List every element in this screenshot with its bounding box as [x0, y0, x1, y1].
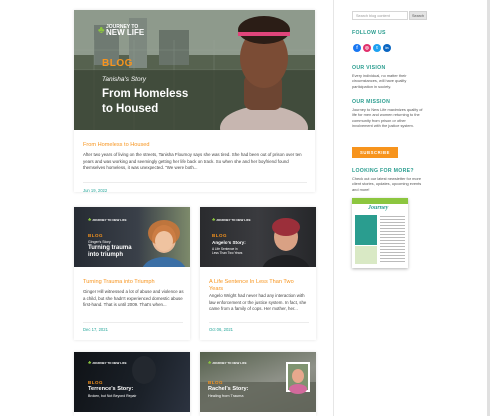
post-excerpt: Ginger Hill witnessed a lot of abuse and…: [83, 289, 184, 308]
post-date: Jun 19, 2022: [83, 188, 108, 193]
blog-label: BLOG: [102, 58, 133, 69]
newsletter-title: Journey: [368, 205, 389, 211]
story-name: Ginger's Story: [88, 240, 111, 244]
post-excerpt: Angelo Wright had never had any interact…: [209, 293, 307, 312]
tree-logo-icon: ♣: [208, 360, 212, 366]
journey-logo: ♣ JOURNEY TO NEW LIFE: [98, 24, 144, 37]
facebook-icon[interactable]: f: [353, 44, 361, 52]
thumb-headline-line2: Less Than Two Years: [212, 251, 243, 255]
newsletter-photo: [355, 215, 377, 245]
search-input[interactable]: Search blog content: [352, 11, 408, 20]
card-divider: [83, 182, 307, 183]
post-title-link[interactable]: Turning Trauma into Triumph: [83, 279, 183, 286]
post-thumbnail[interactable]: ♣ JOURNEY TO NEW LIFE BLOG Angelo's Stor…: [200, 207, 316, 267]
thumb-headline-line1: Healing from Trauma: [208, 394, 244, 398]
blog-label: BLOG: [208, 380, 223, 385]
post-card[interactable]: ♣ JOURNEY TO NEW LIFE BLOG Terrence's St…: [74, 352, 190, 416]
blog-label: BLOG: [88, 233, 103, 238]
newsletter-header-bar: [352, 198, 408, 204]
blog-label: BLOG: [88, 380, 103, 385]
featured-post-image[interactable]: ♣ JOURNEY TO NEW LIFE BLOG Tanisha's Sto…: [74, 10, 315, 130]
post-card[interactable]: ♣ JOURNEY TO NEW LIFE BLOG Rachel's Stor…: [200, 352, 316, 416]
story-name: Terrence's Story:: [88, 386, 134, 392]
search-button-label: Search: [412, 13, 425, 18]
featured-post-card[interactable]: ♣ JOURNEY TO NEW LIFE BLOG Tanisha's Sto…: [74, 10, 315, 193]
hero-headline-line1: From Homeless: [102, 88, 189, 100]
tree-logo-icon: ♣: [88, 360, 92, 366]
story-name: Rachel's Story:: [208, 386, 249, 392]
logo-text-2: NEW LIFE: [105, 28, 145, 37]
instagram-icon[interactable]: ◎: [363, 44, 371, 52]
twitter-icon[interactable]: t: [373, 44, 381, 52]
tree-logo-icon: ♣: [98, 25, 105, 36]
journey-logo: ♣ JOURNEY TO NEW LIFE: [88, 217, 127, 223]
post-date: Dec 17, 2021: [83, 327, 108, 332]
subscribe-button[interactable]: SUBSCRIBE: [352, 147, 398, 158]
thumb-headline-line1: Turning trauma: [88, 245, 132, 251]
thumb-headline-line2: into triumph: [88, 252, 123, 258]
post-title-link[interactable]: From Homeless to Housed: [83, 142, 150, 149]
tree-logo-icon: ♣: [212, 217, 216, 223]
search-placeholder: Search blog content: [356, 13, 390, 18]
post-card[interactable]: ♣ JOURNEY TO NEW LIFE BLOG Ginger's Stor…: [74, 207, 190, 340]
blog-label: BLOG: [212, 233, 227, 238]
mission-heading: OUR MISSION: [352, 99, 391, 105]
more-text: Check out our latest newsletter for more…: [352, 176, 422, 192]
newsletter-photo: [355, 246, 377, 264]
logo-text: JOURNEY TO NEW LIFE: [216, 218, 251, 222]
content-sidebar-divider: [333, 0, 334, 416]
post-thumbnail[interactable]: ♣ JOURNEY TO NEW LIFE BLOG Terrence's St…: [74, 352, 190, 412]
follow-heading: FOLLOW US: [352, 30, 386, 36]
thumb-headline-line1: Broken, but Not Beyond Repair: [88, 394, 137, 398]
newsletter-thumbnail[interactable]: Journey: [352, 198, 408, 268]
hero-headline-line2: to Housed: [102, 103, 159, 115]
newsletter-text-lines: [380, 216, 405, 264]
post-title-link[interactable]: A Life Sentence In Less Than Two Years: [209, 279, 309, 293]
vision-text: Every individual, no matter their circum…: [352, 73, 407, 89]
more-heading: LOOKING FOR MORE?: [352, 168, 414, 174]
vision-heading: OUR VISION: [352, 65, 386, 71]
card-divider: [83, 322, 183, 323]
mission-text: Journey to New Life maximizes quality of…: [352, 107, 423, 128]
linkedin-icon[interactable]: in: [383, 44, 391, 52]
blog-page: ♣ JOURNEY TO NEW LIFE BLOG Tanisha's Sto…: [0, 0, 490, 416]
journey-logo: ♣ JOURNEY TO NEW LIFE: [88, 360, 127, 366]
journey-logo: ♣ JOURNEY TO NEW LIFE: [208, 360, 247, 366]
logo-text: JOURNEY TO NEW LIFE: [92, 218, 127, 222]
logo-text: JOURNEY TO NEW LIFE: [212, 361, 247, 365]
card-divider: [209, 322, 309, 323]
post-thumbnail[interactable]: ♣ JOURNEY TO NEW LIFE BLOG Ginger's Stor…: [74, 207, 190, 267]
journey-logo: ♣ JOURNEY TO NEW LIFE: [212, 217, 251, 223]
post-card[interactable]: ♣ JOURNEY TO NEW LIFE BLOG Angelo's Stor…: [200, 207, 316, 340]
search-button[interactable]: Search: [409, 11, 427, 20]
logo-text: JOURNEY TO NEW LIFE: [92, 361, 127, 365]
tree-logo-icon: ♣: [88, 217, 92, 223]
post-thumbnail[interactable]: ♣ JOURNEY TO NEW LIFE BLOG Rachel's Stor…: [200, 352, 316, 412]
story-name: Angelo's Story:: [212, 240, 246, 245]
story-name: Tanisha's Story: [102, 76, 146, 83]
post-date: Oct 06, 2021: [209, 327, 233, 332]
post-excerpt: After two years of living on the streets…: [83, 152, 302, 171]
